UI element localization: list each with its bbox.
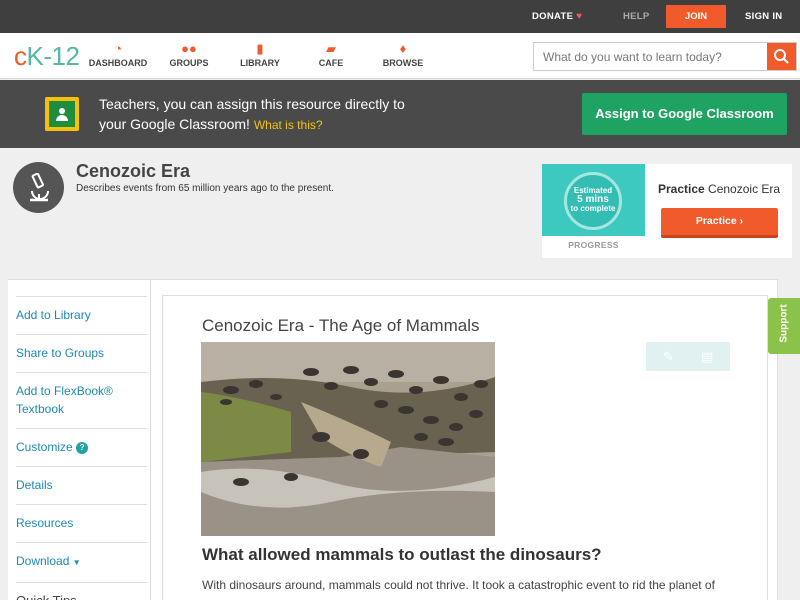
- nav-browse[interactable]: ♦ BROWSE: [380, 40, 426, 68]
- concept-header: Cenozoic Era Describes events from 65 mi…: [0, 148, 800, 258]
- main-nav: cK-12 ◔ DASHBOARD ●● GROUPS ▮ LIBRARY ▰ …: [0, 33, 800, 79]
- search-icon: [774, 49, 789, 64]
- article-tools: ✎ ▤: [646, 342, 730, 371]
- pencil-icon[interactable]: ✎: [663, 349, 674, 365]
- help-link[interactable]: HELP: [623, 0, 650, 33]
- browse-icon: ♦: [399, 41, 407, 56]
- notes-icon[interactable]: ▤: [701, 349, 713, 365]
- sidebar: Add to Library Share to Groups Add to Fl…: [8, 280, 151, 600]
- banner-text: Teachers, you can assign this resource d…: [99, 96, 405, 132]
- teacher-banner: Teachers, you can assign this resource d…: [0, 80, 800, 148]
- practice-button[interactable]: Practice ›: [661, 208, 778, 238]
- heart-icon: ♥: [576, 11, 583, 22]
- page-subtitle: Describes events from 65 million years a…: [76, 183, 334, 194]
- resources-link[interactable]: Resources: [16, 504, 147, 542]
- microscope-icon: [13, 162, 64, 213]
- article-question: What allowed mammals to outlast the dino…: [202, 545, 602, 564]
- customize-link[interactable]: Customize ?: [16, 428, 147, 466]
- what-is-this-link[interactable]: What is this?: [254, 118, 323, 132]
- search-input[interactable]: [534, 43, 768, 70]
- add-to-flexbook-link[interactable]: Add to FlexBook® Textbook: [16, 372, 147, 428]
- page-title: Cenozoic Era: [76, 161, 191, 181]
- chevron-right-icon: ›: [739, 215, 744, 227]
- dashboard-icon: ◔: [114, 41, 122, 56]
- support-tab[interactable]: Support: [768, 298, 800, 354]
- search-box: [533, 42, 797, 71]
- donate-link[interactable]: DONATE ♥: [532, 0, 582, 33]
- share-to-groups-link[interactable]: Share to Groups: [16, 334, 147, 372]
- wildebeest-migration-image: [201, 342, 495, 536]
- google-classroom-icon: [45, 97, 79, 131]
- search-button[interactable]: [767, 43, 796, 70]
- top-bar: DONATE ♥ HELP JOIN SIGN IN: [0, 0, 800, 33]
- groups-icon: ●●: [181, 41, 197, 56]
- details-link[interactable]: Details: [16, 466, 147, 504]
- quick-tips-heading: Quick Tips: [16, 582, 147, 600]
- nav-dashboard[interactable]: ◔ DASHBOARD: [88, 40, 148, 68]
- practice-title: Practice Cenozoic Era: [658, 182, 781, 196]
- ck12-logo[interactable]: cK-12: [14, 42, 80, 70]
- join-button[interactable]: JOIN: [666, 5, 726, 28]
- nav-cafe[interactable]: ▰ CAFE: [314, 40, 348, 68]
- add-to-library-link[interactable]: Add to Library: [16, 296, 147, 334]
- nav-groups[interactable]: ●● GROUPS: [164, 40, 214, 68]
- library-icon: ▮: [256, 41, 264, 56]
- practice-card: Estimated 5 mins to complete PROGRESS Pr…: [542, 164, 792, 258]
- caret-down-icon: ▼: [72, 558, 81, 567]
- progress-label: PROGRESS: [568, 240, 619, 250]
- help-icon[interactable]: ?: [76, 442, 89, 454]
- download-link[interactable]: Download ▼: [16, 542, 147, 582]
- assign-to-google-classroom-button[interactable]: Assign to Google Classroom: [582, 93, 787, 135]
- progress-thumbnail[interactable]: Estimated 5 mins to complete: [542, 164, 645, 236]
- nav-library[interactable]: ▮ LIBRARY: [237, 40, 283, 68]
- sign-in-link[interactable]: SIGN IN: [745, 0, 782, 33]
- article-title: Cenozoic Era - The Age of Mammals: [202, 316, 480, 335]
- cafe-icon: ▰: [326, 41, 336, 56]
- article-paragraph: With dinosaurs around, mammals could not…: [202, 578, 715, 592]
